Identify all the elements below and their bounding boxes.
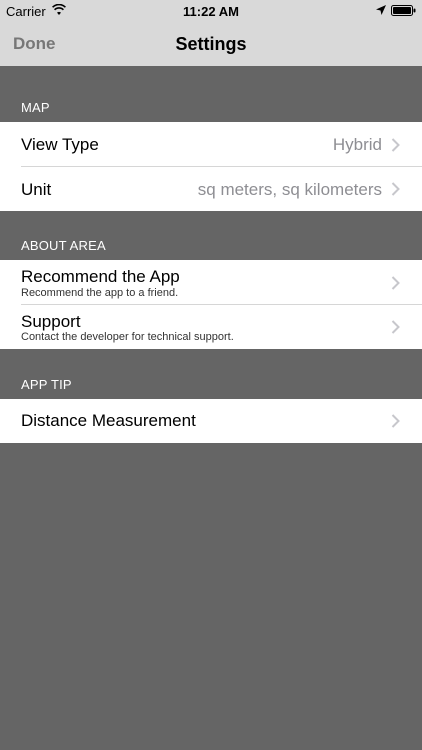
unit-cell[interactable]: Unit sq meters, sq kilometers — [0, 167, 422, 211]
battery-icon — [391, 5, 416, 16]
status-bar: Carrier 11:22 AM — [0, 0, 422, 22]
status-time: 11:22 AM — [183, 4, 239, 19]
chevron-right-icon — [391, 182, 400, 196]
recommend-app-cell[interactable]: Recommend the App Recommend the app to a… — [0, 260, 422, 305]
unit-label: Unit — [21, 180, 52, 199]
view-type-cell[interactable]: View Type Hybrid — [0, 122, 422, 167]
chevron-right-icon — [391, 320, 400, 334]
section-header-map: MAP — [21, 100, 50, 115]
recommend-app-subtitle: Recommend the app to a friend. — [21, 287, 179, 299]
chevron-right-icon — [391, 138, 400, 152]
support-label: Support — [21, 312, 81, 331]
distance-measurement-cell[interactable]: Distance Measurement — [0, 399, 422, 443]
section-header-app-tip: APP TIP — [21, 377, 72, 392]
recommend-app-label: Recommend the App — [21, 267, 180, 286]
unit-value: sq meters, sq kilometers — [197, 180, 382, 199]
location-arrow-icon — [376, 5, 386, 15]
support-subtitle: Contact the developer for technical supp… — [21, 331, 234, 343]
chevron-right-icon — [391, 276, 400, 290]
view-type-label: View Type — [21, 135, 99, 154]
chevron-right-icon — [391, 414, 400, 428]
page-title: Settings — [175, 34, 247, 54]
navigation-bar: Done Settings — [0, 22, 422, 66]
view-type-value: Hybrid — [332, 135, 382, 154]
distance-measurement-label: Distance Measurement — [21, 411, 196, 430]
support-cell[interactable]: Support Contact the developer for techni… — [0, 305, 422, 349]
section-header-about: ABOUT AREA — [21, 238, 106, 253]
